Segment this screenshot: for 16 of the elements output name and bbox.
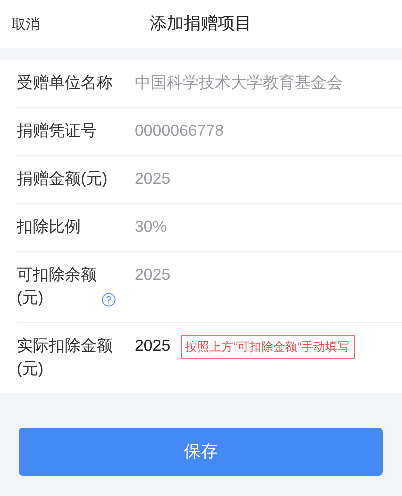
page-title: 添加捐赠项目 bbox=[150, 13, 252, 36]
field-label: 受赠单位名称 bbox=[17, 75, 113, 92]
field-label: 实际扣除金额(元) bbox=[17, 338, 113, 378]
hint-note: 按照上方“可扣除金额”手动填写 bbox=[180, 335, 355, 359]
field-value: 30% bbox=[135, 218, 168, 238]
value-input[interactable]: 2025 bbox=[135, 335, 171, 358]
help-icon[interactable] bbox=[102, 293, 116, 307]
field-label: 可扣除余额(元) bbox=[17, 267, 97, 307]
field-label: 捐赠凭证号 bbox=[17, 123, 97, 140]
field-label: 捐赠金额(元) bbox=[17, 171, 108, 188]
field-value: 中国科学技术大学教育基金会 bbox=[135, 73, 343, 94]
field-value: 2025 bbox=[135, 266, 171, 286]
field-value: 2025 bbox=[135, 170, 171, 190]
field-label: 扣除比例 bbox=[17, 219, 81, 236]
cancel-button[interactable]: 取消 bbox=[12, 14, 40, 34]
field-value: 0000066778 bbox=[135, 122, 224, 142]
